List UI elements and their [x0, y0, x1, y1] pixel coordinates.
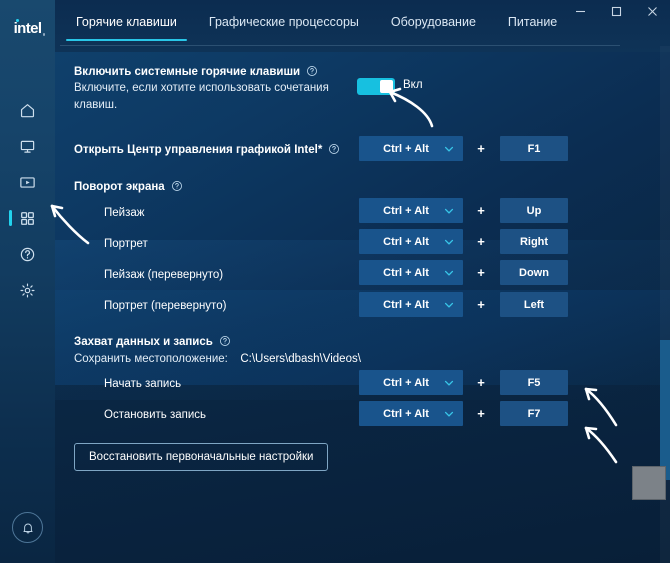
enable-hotkeys-desc: Включите, если хотите использовать сочет…: [74, 80, 374, 114]
notifications-button[interactable]: [12, 512, 43, 543]
rotation-key-button-3[interactable]: Left: [500, 292, 568, 317]
vertical-scrollbar-thumb[interactable]: [660, 340, 670, 480]
title-bar: [0, 0, 670, 22]
rotation-modifier-value-3: Ctrl + Alt: [383, 298, 429, 311]
capture-modifier-dropdown-1[interactable]: Ctrl + Alt: [359, 401, 463, 426]
open-igcc-key-button[interactable]: F1: [500, 136, 568, 161]
sidebar-item-home[interactable]: [0, 92, 55, 128]
resize-grip-overlay: [632, 466, 666, 500]
rotation-key-label-0: Up: [526, 204, 542, 217]
enable-hotkeys-title: Включить системные горячие клавиши: [74, 66, 301, 78]
rotation-modifier-dropdown-2[interactable]: Ctrl + Alt: [359, 260, 463, 285]
capture-section-title: Захват данных и запись: [74, 336, 213, 348]
maximize-button[interactable]: [598, 0, 634, 22]
rotation-plus-0: +: [477, 203, 485, 218]
rotation-key-label-3: Left: [523, 298, 545, 311]
restore-defaults-button[interactable]: Восстановить первоначальные настройки: [74, 443, 329, 471]
sidebar: intel: [0, 0, 55, 563]
enable-hotkeys-toggle[interactable]: [357, 78, 395, 95]
enable-hotkeys-title-row: Включить системные горячие клавиши: [74, 62, 374, 80]
capture-modifier-dropdown-0[interactable]: Ctrl + Alt: [359, 370, 463, 395]
capture-key-label-1: F7: [527, 407, 541, 420]
chevron-down-icon: [443, 299, 455, 311]
igcc-window: intel Горячие клавиши Графические процес…: [0, 0, 670, 563]
open-igcc-plus: +: [477, 141, 485, 156]
open-igcc-modifier-dropdown[interactable]: Ctrl + Alt: [359, 136, 463, 161]
open-igcc-key-label: F1: [527, 142, 541, 155]
capture-plus-1: +: [477, 406, 485, 421]
rotation-plus-1: +: [477, 234, 485, 249]
rotation-modifier-value-2: Ctrl + Alt: [383, 266, 429, 279]
intel-logo-period: [42, 33, 46, 36]
chevron-down-icon: [443, 236, 455, 248]
chevron-down-icon: [443, 377, 455, 389]
rotation-modifier-dropdown-3[interactable]: Ctrl + Alt: [359, 292, 463, 317]
enable-hotkeys-desc-line2: клавиш.: [74, 99, 118, 111]
capture-key-label-0: F5: [527, 376, 541, 389]
rotation-modifier-value-0: Ctrl + Alt: [383, 204, 429, 217]
rotation-plus-2: +: [477, 265, 485, 280]
capture-key-button-0[interactable]: F5: [500, 370, 568, 395]
rotation-row-label-1: Портрет: [104, 238, 148, 250]
rotation-help-icon[interactable]: [171, 180, 183, 192]
sidebar-item-apps[interactable]: [0, 200, 55, 236]
sidebar-nav: [0, 92, 55, 308]
capture-help-icon[interactable]: [219, 335, 231, 347]
close-button[interactable]: [634, 0, 670, 22]
rotation-modifier-dropdown-0[interactable]: Ctrl + Alt: [359, 198, 463, 223]
rotation-key-label-2: Down: [519, 266, 549, 279]
capture-plus-0: +: [477, 375, 485, 390]
rotation-key-button-2[interactable]: Down: [500, 260, 568, 285]
hotkeys-panel: Включить системные горячие клавиши Включ…: [55, 46, 670, 563]
open-igcc-help-icon[interactable]: [328, 143, 340, 155]
sidebar-active-indicator: [9, 210, 12, 226]
rotation-section-title-row: Поворот экрана: [74, 177, 374, 195]
rotation-section-title: Поворот экрана: [74, 181, 165, 193]
rotation-plus-3: +: [477, 297, 485, 312]
save-location-row: Сохранить местоположение: C:\Users\dbash…: [74, 349, 474, 368]
rotation-row-label-2: Пейзаж (перевернуто): [104, 269, 224, 281]
capture-modifier-value-1: Ctrl + Alt: [383, 407, 429, 420]
intel-logo-text: intel: [13, 19, 42, 37]
rotation-key-button-0[interactable]: Up: [500, 198, 568, 223]
chevron-down-icon: [443, 267, 455, 279]
window-controls: [562, 0, 670, 22]
chevron-down-icon: [443, 143, 455, 155]
rotation-modifier-value-1: Ctrl + Alt: [383, 235, 429, 248]
save-location-value: C:\Users\dbash\Videos\: [240, 353, 361, 365]
capture-key-button-1[interactable]: F7: [500, 401, 568, 426]
sidebar-item-support[interactable]: [0, 236, 55, 272]
rotation-row-label-3: Портрет (перевернуто): [104, 300, 227, 312]
toggle-knob: [380, 80, 393, 93]
enable-hotkeys-help-icon[interactable]: [306, 65, 318, 77]
capture-row-label-0: Начать запись: [104, 378, 182, 390]
open-igcc-label-row: Открыть Центр управления графикой Intel*: [74, 140, 374, 158]
minimize-button[interactable]: [562, 0, 598, 22]
capture-section-title-row: Захват данных и запись: [74, 332, 404, 350]
rotation-key-button-1[interactable]: Right: [500, 229, 568, 254]
open-igcc-label: Открыть Центр управления графикой Intel*: [74, 144, 323, 156]
sidebar-item-video[interactable]: [0, 164, 55, 200]
open-igcc-modifier-value: Ctrl + Alt: [383, 142, 429, 155]
rotation-row-label-0: Пейзаж: [104, 207, 145, 219]
sidebar-item-settings[interactable]: [0, 272, 55, 308]
enable-hotkeys-toggle-label: Вкл: [403, 79, 423, 91]
chevron-down-icon: [443, 205, 455, 217]
save-location-label: Сохранить местоположение:: [74, 353, 228, 365]
capture-row-label-1: Остановить запись: [104, 409, 207, 421]
rotation-key-label-1: Right: [519, 235, 549, 248]
capture-modifier-value-0: Ctrl + Alt: [383, 376, 429, 389]
rotation-modifier-dropdown-1[interactable]: Ctrl + Alt: [359, 229, 463, 254]
enable-hotkeys-desc-line1: Включите, если хотите использовать сочет…: [74, 82, 329, 94]
sidebar-item-display[interactable]: [0, 128, 55, 164]
chevron-down-icon: [443, 408, 455, 420]
